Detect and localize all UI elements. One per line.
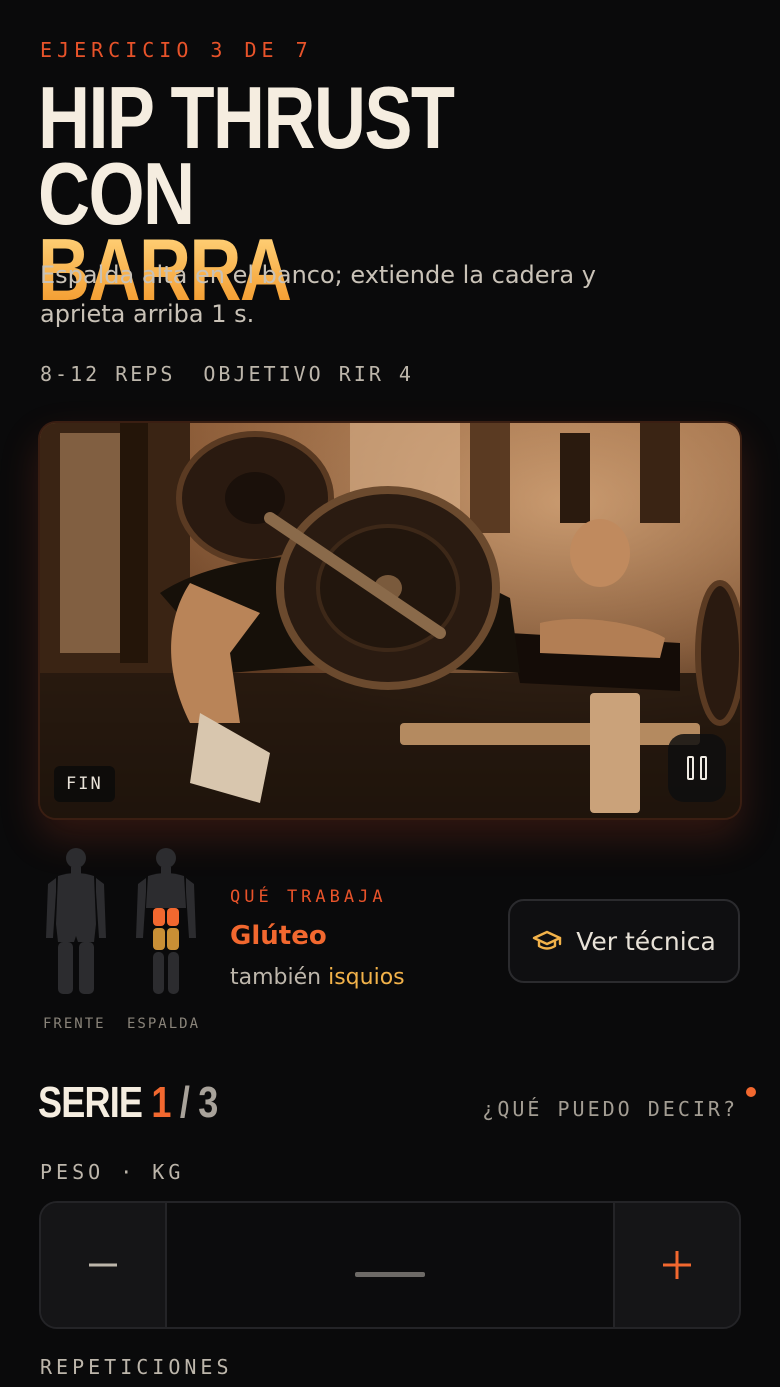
set-word: SERIE <box>38 1078 143 1127</box>
body-back-figure <box>136 848 196 994</box>
set-indicator: SERIE 1 / 3 <box>38 1078 218 1128</box>
view-technique-label: Ver técnica <box>576 926 716 956</box>
set-current: 1 <box>151 1078 171 1127</box>
exercise-description: Espalda alta en el banco; extiende la ca… <box>40 261 596 328</box>
glute-right-highlight <box>167 908 179 926</box>
weight-label: PESO · KG <box>40 1160 185 1184</box>
rir-target: OBJETIVO RIR 4 <box>203 362 414 386</box>
set-total: 3 <box>198 1078 218 1127</box>
set-separator: / <box>179 1078 190 1127</box>
reps-label: REPETICIONES <box>40 1355 233 1379</box>
plus-icon <box>663 1251 691 1279</box>
also-prefix: también <box>230 965 322 990</box>
increase-weight-button[interactable] <box>613 1203 739 1327</box>
exercise-video-frame <box>40 423 740 818</box>
voice-help-link[interactable]: ¿QUÉ PUEDO DECIR? <box>482 1097 738 1121</box>
secondary-muscle-line: también isquios <box>230 965 405 990</box>
notification-dot <box>746 1087 756 1097</box>
view-technique-button[interactable]: Ver técnica <box>508 899 740 983</box>
primary-muscle: Glúteo <box>230 921 327 951</box>
works-eyebrow: QUÉ TRABAJA <box>230 887 387 907</box>
back-label: ESPALDA <box>127 1016 201 1032</box>
exercise-video[interactable]: FIN <box>38 421 742 820</box>
body-front-figure <box>46 848 106 994</box>
front-label: FRENTE <box>43 1016 106 1032</box>
pause-icon <box>687 756 707 780</box>
graduation-cap-icon <box>533 930 562 950</box>
decrease-weight-button[interactable] <box>41 1203 167 1327</box>
video-end-badge: FIN <box>54 766 115 802</box>
secondary-muscle: isquios <box>328 965 405 990</box>
pause-button[interactable] <box>668 734 726 802</box>
exercise-meta: 8-12 REPS OBJETIVO RIR 4 <box>40 362 414 386</box>
exercise-title-line1: HIP THRUST CON <box>38 68 455 243</box>
glute-left-highlight <box>153 908 165 926</box>
weight-value-field[interactable] <box>167 1203 613 1327</box>
minus-icon <box>89 1263 117 1267</box>
weight-stepper[interactable] <box>39 1201 741 1329</box>
reps-range: 8-12 REPS <box>40 362 176 386</box>
weight-value <box>355 1271 425 1277</box>
exercise-counter: EJERCICIO 3 DE 7 <box>40 38 313 62</box>
